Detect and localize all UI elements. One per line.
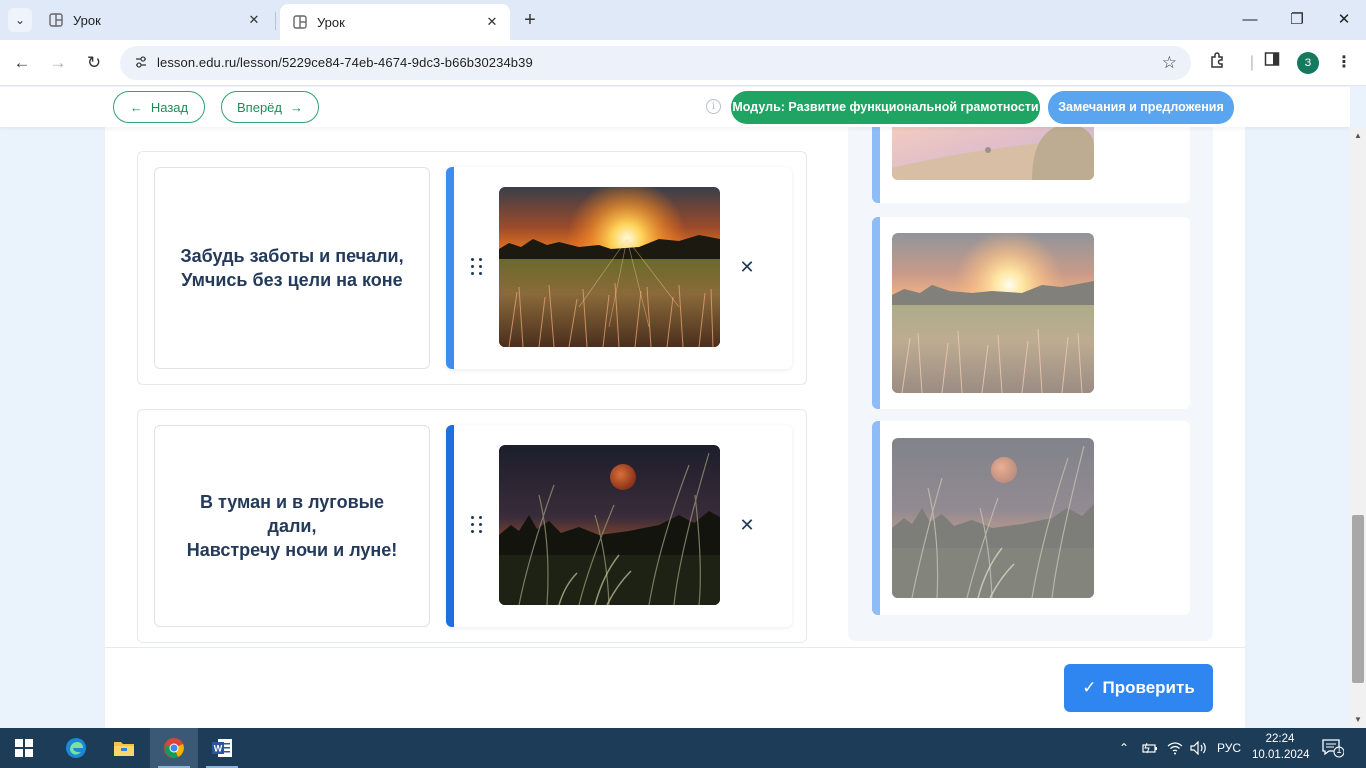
restore-icon[interactable]: ❐ (1283, 6, 1311, 34)
check-label: Проверить (1102, 678, 1195, 697)
address-bar[interactable]: lesson.edu.ru/lesson/5229ce84-74eb-4674-… (120, 46, 1191, 80)
image-bank (848, 87, 1213, 641)
lesson-header: ← Назад Вперёд → i Модуль: Развитие функ… (0, 87, 1350, 127)
poem-line: Умчись без цели на коне (181, 270, 403, 290)
tab-separator (275, 12, 276, 30)
poem-line: Навстречу ночи и луне! (186, 540, 398, 560)
browser-tab-strip: ⌄ Урок ✕ Урок ✕ + — ❐ ✕ (0, 0, 1366, 40)
arrow-left-icon: ← (129, 99, 143, 115)
browser-tab-active[interactable]: Урок ✕ (280, 4, 510, 40)
haystack-sunset-image[interactable] (892, 118, 1094, 180)
language-indicator[interactable]: РУС (1217, 728, 1241, 768)
bank-card[interactable] (872, 217, 1190, 409)
close-icon[interactable]: ✕ (246, 12, 262, 28)
minimize-icon[interactable]: — (1236, 6, 1264, 34)
notification-count: 1 (1336, 745, 1342, 755)
edge-icon[interactable] (52, 728, 100, 768)
clock-date: 10.01.2024 (1252, 749, 1310, 761)
tab-search-button[interactable]: ⌄ (8, 8, 32, 32)
windows-taskbar: W ⌃ РУС 22:24 10.01.2024 1 (0, 728, 1366, 768)
forward-label: Вперёд (237, 99, 282, 115)
site-settings-icon[interactable] (134, 55, 150, 71)
poem-line: В туман и в луговые (199, 492, 385, 512)
window-close-icon[interactable]: ✕ (1330, 6, 1358, 34)
menu-kebab-icon[interactable]: ⋮ (1332, 51, 1356, 75)
svg-text:W: W (214, 744, 223, 754)
profile-avatar[interactable]: З (1297, 52, 1319, 74)
lesson-page: ← Назад Вперёд → i Модуль: Развитие функ… (0, 87, 1350, 728)
system-clock[interactable]: 22:24 10.01.2024 (1252, 731, 1310, 763)
back-arrow-icon[interactable]: ← (10, 51, 34, 75)
show-hidden-icons-chevron-icon[interactable]: ⌃ (1119, 728, 1129, 768)
notification-center-icon[interactable]: 1 (1322, 738, 1345, 758)
volume-icon[interactable] (1190, 728, 1208, 768)
new-tab-plus-icon[interactable]: + (518, 8, 542, 32)
answer-slot[interactable]: ✕ (446, 167, 792, 369)
clock-time: 22:24 (1265, 733, 1295, 745)
chevron-down-icon: ⌄ (14, 13, 26, 27)
extensions-icon[interactable] (1206, 51, 1230, 75)
poem-line: дали, (267, 516, 317, 536)
file-explorer-icon[interactable] (100, 728, 148, 768)
forward-arrow-icon[interactable]: → (46, 51, 70, 75)
sunset-field-image[interactable] (892, 233, 1094, 393)
word-icon[interactable]: W (198, 728, 246, 768)
back-label: Назад (150, 99, 189, 115)
chrome-icon[interactable] (150, 728, 198, 768)
check-button[interactable]: ✓ Проверить (1064, 664, 1213, 712)
battery-icon[interactable] (1142, 728, 1158, 768)
poem-card: В туман и в луговые дали, Навстречу ночи… (154, 425, 430, 627)
match-pair: Забудь заботы и печали, Умчись без цели … (137, 151, 807, 385)
page-icon (292, 14, 308, 30)
tab-title: Урок (317, 14, 345, 30)
remove-close-icon[interactable]: ✕ (737, 255, 757, 279)
arrow-right-icon: → (290, 99, 303, 115)
checkmark-icon: ✓ (1082, 678, 1097, 697)
scroll-thumb[interactable] (1352, 515, 1364, 683)
wifi-icon[interactable] (1167, 728, 1183, 768)
remove-close-icon[interactable]: ✕ (737, 513, 757, 537)
bookmark-star-icon[interactable]: ☆ (1162, 53, 1177, 73)
reload-icon[interactable]: ↻ (82, 51, 106, 75)
exercise-area: Забудь заботы и печали, Умчись без цели … (105, 87, 1245, 728)
moon-grass-image[interactable] (892, 438, 1094, 598)
url-text: lesson.edu.ru/lesson/5229ce84-74eb-4674-… (157, 55, 533, 70)
moon-grass-image[interactable] (499, 445, 720, 605)
match-pair: В туман и в луговые дали, Навстречу ночи… (137, 409, 807, 643)
poem-line: Забудь заботы и печали, (180, 246, 404, 266)
info-icon[interactable]: i (706, 99, 721, 114)
scroll-up-arrow-icon[interactable]: ▲ (1354, 132, 1362, 140)
browser-toolbar: ← → ↻ lesson.edu.ru/lesson/5229ce84-74eb… (0, 40, 1366, 86)
bank-card[interactable] (872, 421, 1190, 615)
poem-card: Забудь заботы и печали, Умчись без цели … (154, 167, 430, 369)
browser-tab[interactable]: Урок ✕ (36, 0, 272, 40)
page-scrollbar[interactable]: ▲ ▼ (1350, 127, 1366, 728)
forward-button[interactable]: Вперёд → (221, 91, 319, 123)
feedback-button[interactable]: Замечания и предложения (1048, 91, 1234, 124)
scroll-down-arrow-icon[interactable]: ▼ (1354, 716, 1362, 724)
module-button[interactable]: Модуль: Развитие функциональной грамотно… (731, 91, 1040, 124)
side-panel-icon[interactable] (1260, 51, 1284, 75)
close-icon[interactable]: ✕ (484, 14, 500, 30)
tab-title: Урок (73, 12, 101, 28)
answer-slot[interactable]: ✕ (446, 425, 792, 627)
footer-divider (105, 647, 1245, 648)
drag-handle-icon[interactable] (470, 256, 484, 278)
windows-start-icon[interactable] (0, 728, 48, 768)
sunset-field-image[interactable] (499, 187, 720, 347)
back-button[interactable]: ← Назад (113, 91, 205, 123)
page-icon (48, 12, 64, 28)
drag-handle-icon[interactable] (470, 514, 484, 536)
